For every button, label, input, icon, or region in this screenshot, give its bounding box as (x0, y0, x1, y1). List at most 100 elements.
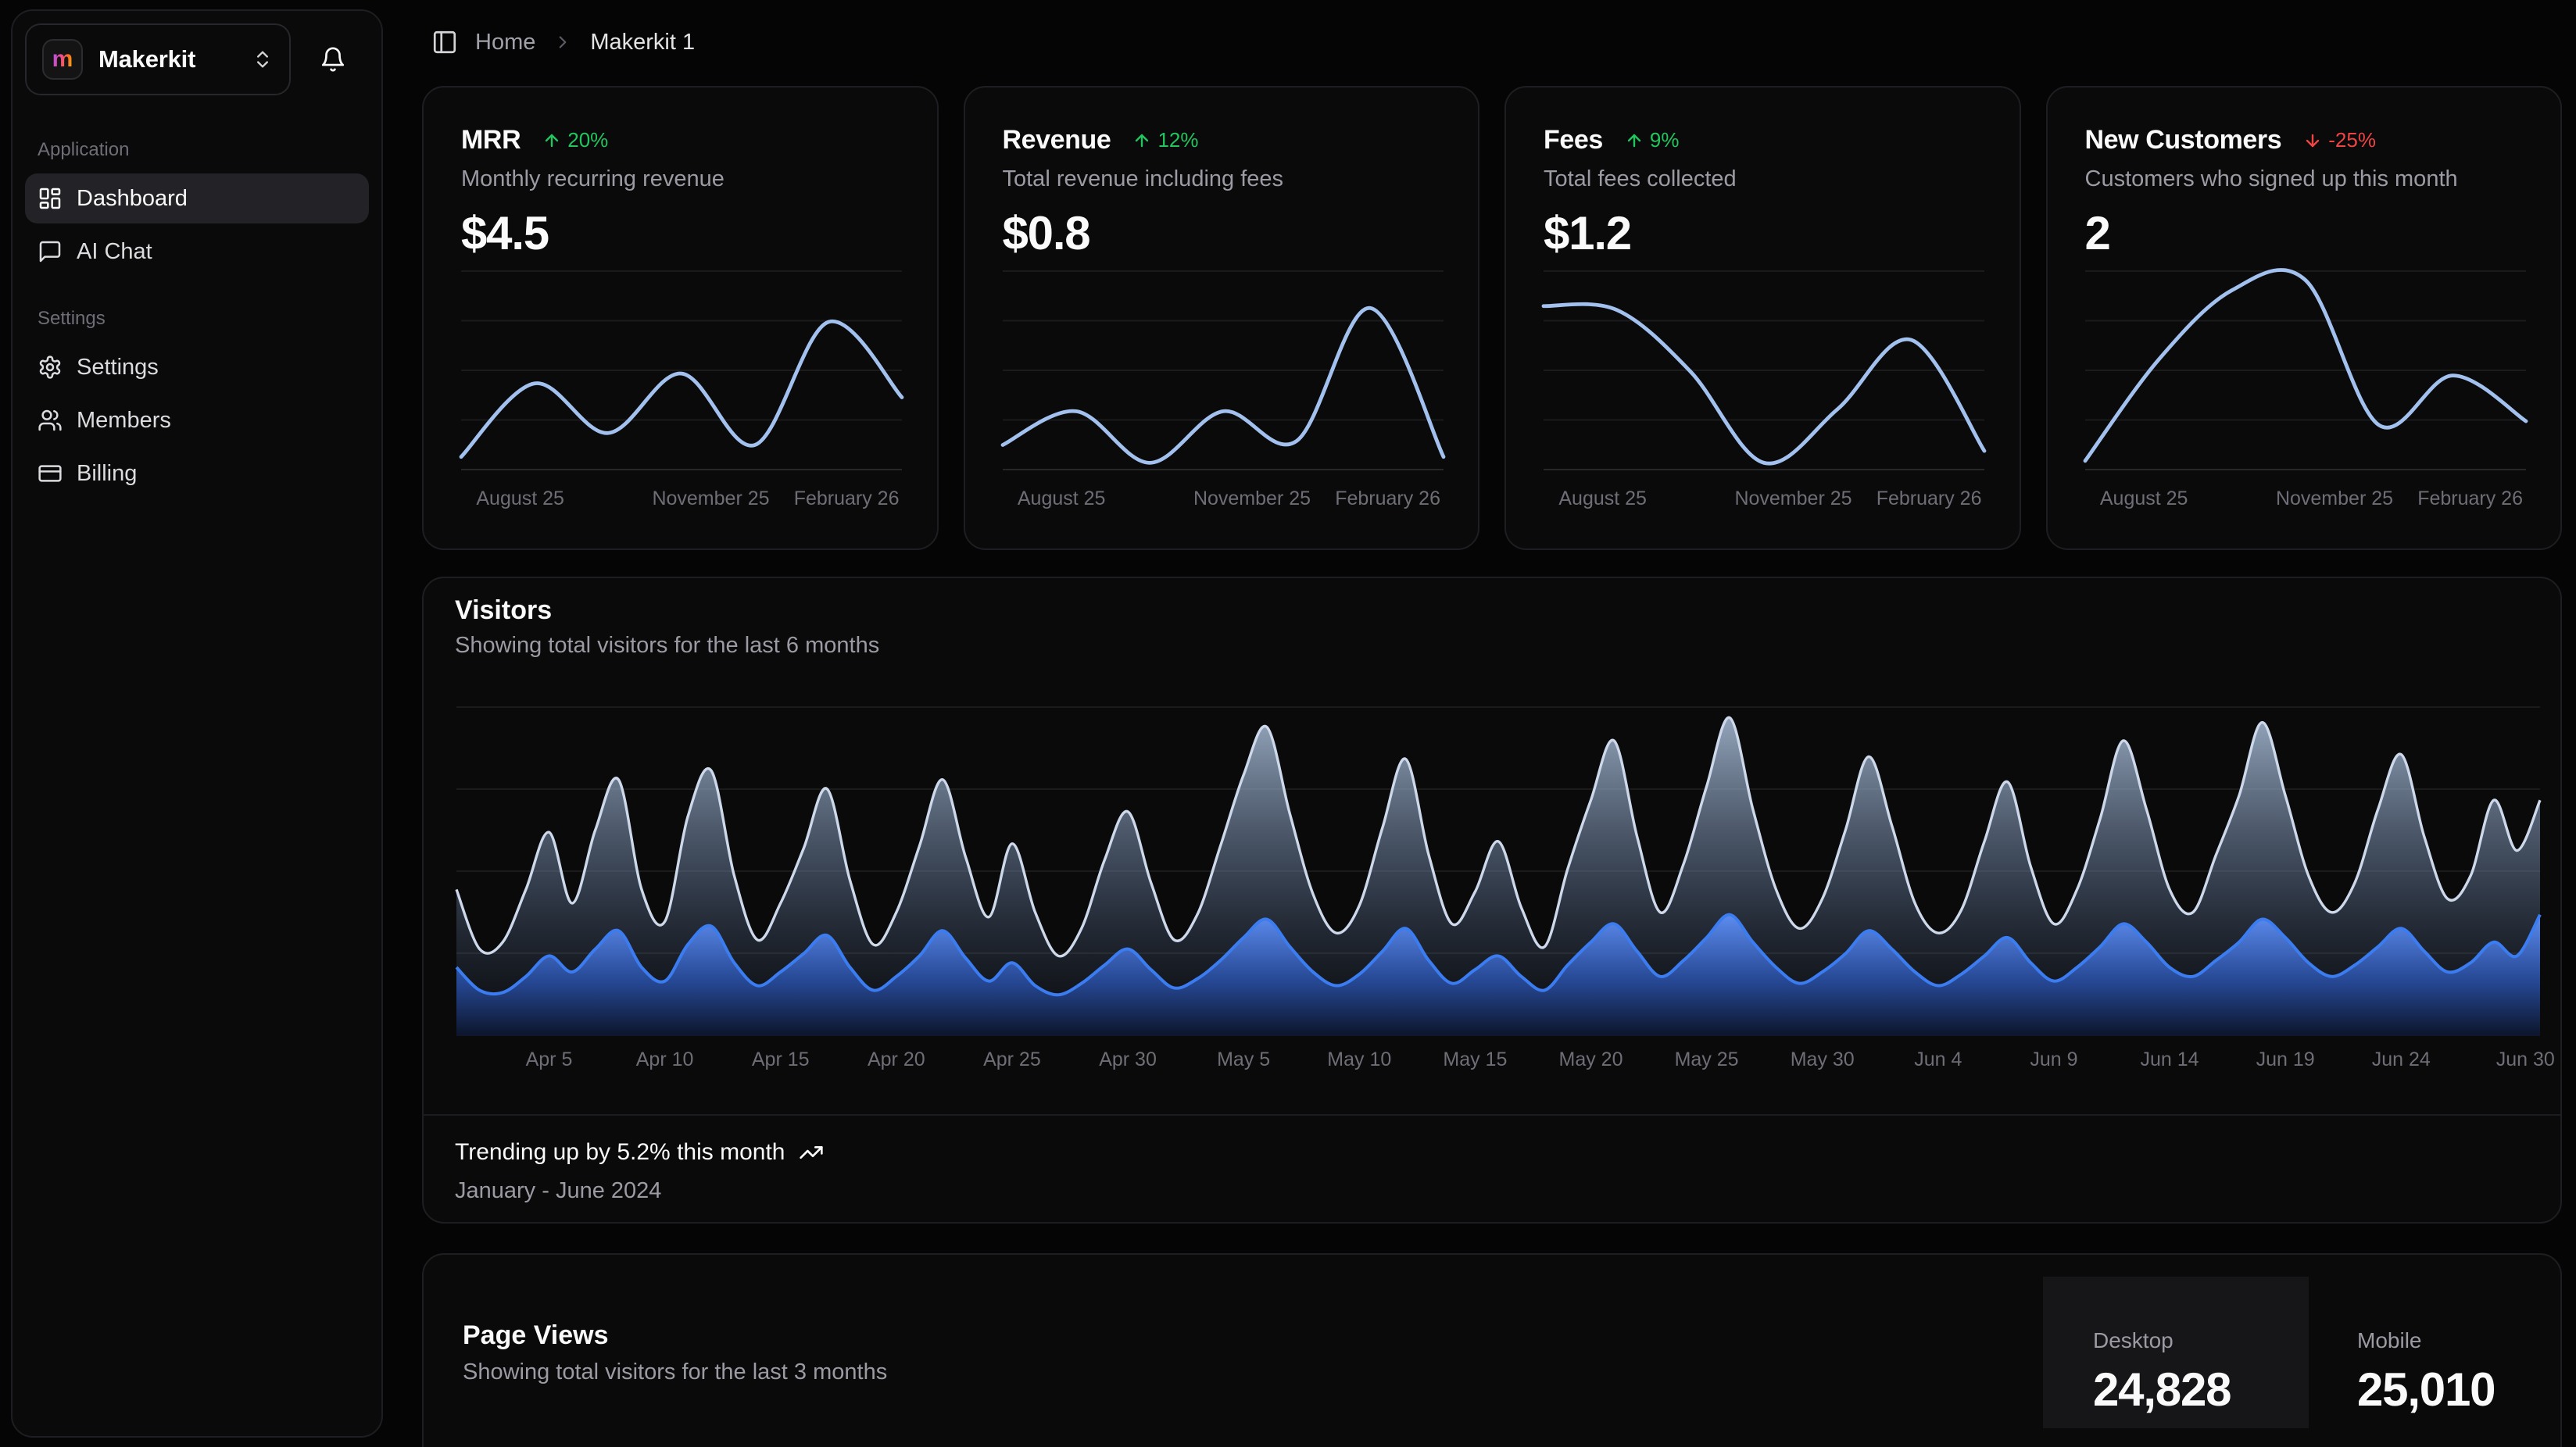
stat-value: 2 (2085, 206, 2524, 260)
stat-card-new-customers: New Customers -25% Customers who signed … (2046, 86, 2563, 550)
page-views-title: Page Views (463, 1320, 609, 1351)
x-tick: Jun 24 (2372, 1049, 2431, 1071)
visitors-period: January - June 2024 (455, 1178, 2529, 1204)
stat-delta-value: 12% (1157, 128, 1198, 152)
stats-row: MRR 20% Monthly recurring revenue $4.5 A… (422, 86, 2562, 550)
visitors-trend-text: Trending up by 5.2% this month (455, 1139, 785, 1166)
stat-description: Monthly recurring revenue (461, 166, 900, 192)
x-tick: November 25 (1193, 488, 1311, 510)
x-tick: November 25 (652, 488, 769, 510)
stat-title-row: Fees 9% (1544, 125, 1982, 155)
page-views-card: Page Views Showing total visitors for th… (422, 1253, 2562, 1447)
stat-delta-value: 9% (1650, 128, 1680, 152)
x-tick: Jun 19 (2256, 1049, 2315, 1071)
x-tick: February 26 (794, 488, 900, 510)
team-selector[interactable]: m Makerkit (25, 23, 291, 95)
toggle-label: Desktop (2093, 1328, 2309, 1353)
sparkline-chart (461, 270, 902, 470)
bell-icon (320, 46, 346, 73)
stat-title-row: MRR 20% (461, 125, 900, 155)
x-tick: Jun 30 (2496, 1049, 2555, 1071)
x-tick: Apr 5 (526, 1049, 573, 1071)
arrow-down-icon (2303, 131, 2322, 150)
stat-value: $1.2 (1544, 206, 1982, 260)
stat-title: Revenue (1003, 125, 1111, 155)
sparkline-x-ticks: August 25 November 25 February 26 (1003, 488, 1441, 513)
sidebar-nav: Application Dashboard AI Chat Settings S… (13, 139, 381, 498)
visitors-area-chart (456, 706, 2540, 1036)
sidebar-item-label: Settings (77, 355, 159, 381)
stat-delta-value: -25% (2328, 128, 2376, 152)
x-tick: August 25 (476, 488, 564, 510)
stat-card-revenue: Revenue 12% Total revenue including fees… (964, 86, 1480, 550)
sidebar-toggle-button[interactable] (431, 29, 458, 55)
sidebar-header: m Makerkit (13, 11, 381, 108)
toggle-value: 25,010 (2357, 1363, 2573, 1417)
layout-dashboard-icon (38, 186, 63, 211)
chevron-right-icon (553, 32, 573, 52)
sparkline-chart (1003, 270, 1444, 470)
nav-section-label-settings: Settings (13, 308, 381, 330)
page-views-toggle-mobile[interactable]: Mobile 25,010 (2307, 1277, 2573, 1428)
x-tick: May 25 (1675, 1049, 1739, 1071)
x-tick: August 25 (1558, 488, 1647, 510)
x-tick: May 30 (1791, 1049, 1855, 1071)
notifications-button[interactable] (297, 23, 369, 95)
sidebar-item-label: Billing (77, 461, 137, 487)
visitors-card: Visitors Showing total visitors for the … (422, 577, 2562, 1224)
x-tick: February 26 (1335, 488, 1440, 510)
panel-left-icon (431, 29, 458, 55)
arrow-up-icon (542, 131, 561, 150)
x-tick: May 10 (1327, 1049, 1391, 1071)
x-tick: November 25 (1734, 488, 1852, 510)
x-tick: Apr 10 (636, 1049, 694, 1071)
x-tick: Jun 4 (1914, 1049, 1962, 1071)
stat-delta-value: 20% (567, 128, 608, 152)
stat-value: $0.8 (1003, 206, 1441, 260)
users-icon (38, 408, 63, 433)
sidebar-item-billing[interactable]: Billing (25, 448, 369, 498)
stat-delta-badge: -25% (2303, 128, 2376, 152)
makerkit-logo: m (42, 39, 83, 80)
stat-delta-badge: 9% (1625, 128, 1680, 152)
sidebar-item-members[interactable]: Members (25, 395, 369, 445)
dashboard-page: m Makerkit Application Dashboard AI Chat… (0, 0, 2576, 1447)
sparkline-x-ticks: August 25 November 25 February 26 (461, 488, 900, 513)
breadcrumb: Home Makerkit 1 (431, 20, 695, 64)
sidebar-item-label: Dashboard (77, 186, 188, 212)
visitors-trend-line: Trending up by 5.2% this month (455, 1139, 2529, 1166)
toggle-label: Mobile (2357, 1328, 2573, 1353)
stat-delta-badge: 12% (1132, 128, 1198, 152)
x-tick: Apr 15 (752, 1049, 810, 1071)
nav-section-label-application: Application (13, 139, 381, 161)
x-tick: Apr 25 (983, 1049, 1041, 1071)
stat-value: $4.5 (461, 206, 900, 260)
x-tick: February 26 (2417, 488, 2523, 510)
team-name: Makerkit (98, 45, 236, 73)
main-content: Home Makerkit 1 MRR 20% Monthly recurrin… (422, 0, 2562, 1447)
sidebar-item-settings[interactable]: Settings (25, 342, 369, 392)
stat-title-row: New Customers -25% (2085, 125, 2524, 155)
visitors-x-axis: Apr 5Apr 10Apr 15Apr 20Apr 25Apr 30May 5… (456, 1049, 2540, 1074)
x-tick: May 20 (1558, 1049, 1623, 1071)
sidebar-item-ai-chat[interactable]: AI Chat (25, 227, 369, 277)
stat-title: MRR (461, 125, 521, 155)
sparkline-chart (2085, 270, 2526, 470)
breadcrumb-home-link[interactable]: Home (475, 30, 535, 55)
stat-delta-badge: 20% (542, 128, 608, 152)
stat-title-row: Revenue 12% (1003, 125, 1441, 155)
makerkit-logo-letter: m (52, 48, 73, 71)
stat-description: Total revenue including fees (1003, 166, 1441, 192)
x-tick: Jun 9 (2030, 1049, 2077, 1071)
sidebar-item-label: AI Chat (77, 239, 152, 265)
stat-description: Total fees collected (1544, 166, 1982, 192)
sidebar-item-dashboard[interactable]: Dashboard (25, 173, 369, 223)
stat-title: Fees (1544, 125, 1603, 155)
x-tick: May 15 (1443, 1049, 1507, 1071)
page-views-toggle-desktop[interactable]: Desktop 24,828 (2043, 1277, 2309, 1428)
arrow-up-icon (1625, 131, 1644, 150)
visitors-description: Showing total visitors for the last 6 mo… (455, 633, 879, 659)
sparkline-x-ticks: August 25 November 25 February 26 (2085, 488, 2524, 513)
x-tick: August 25 (2100, 488, 2188, 510)
stat-card-fees: Fees 9% Total fees collected $1.2 August… (1504, 86, 2021, 550)
